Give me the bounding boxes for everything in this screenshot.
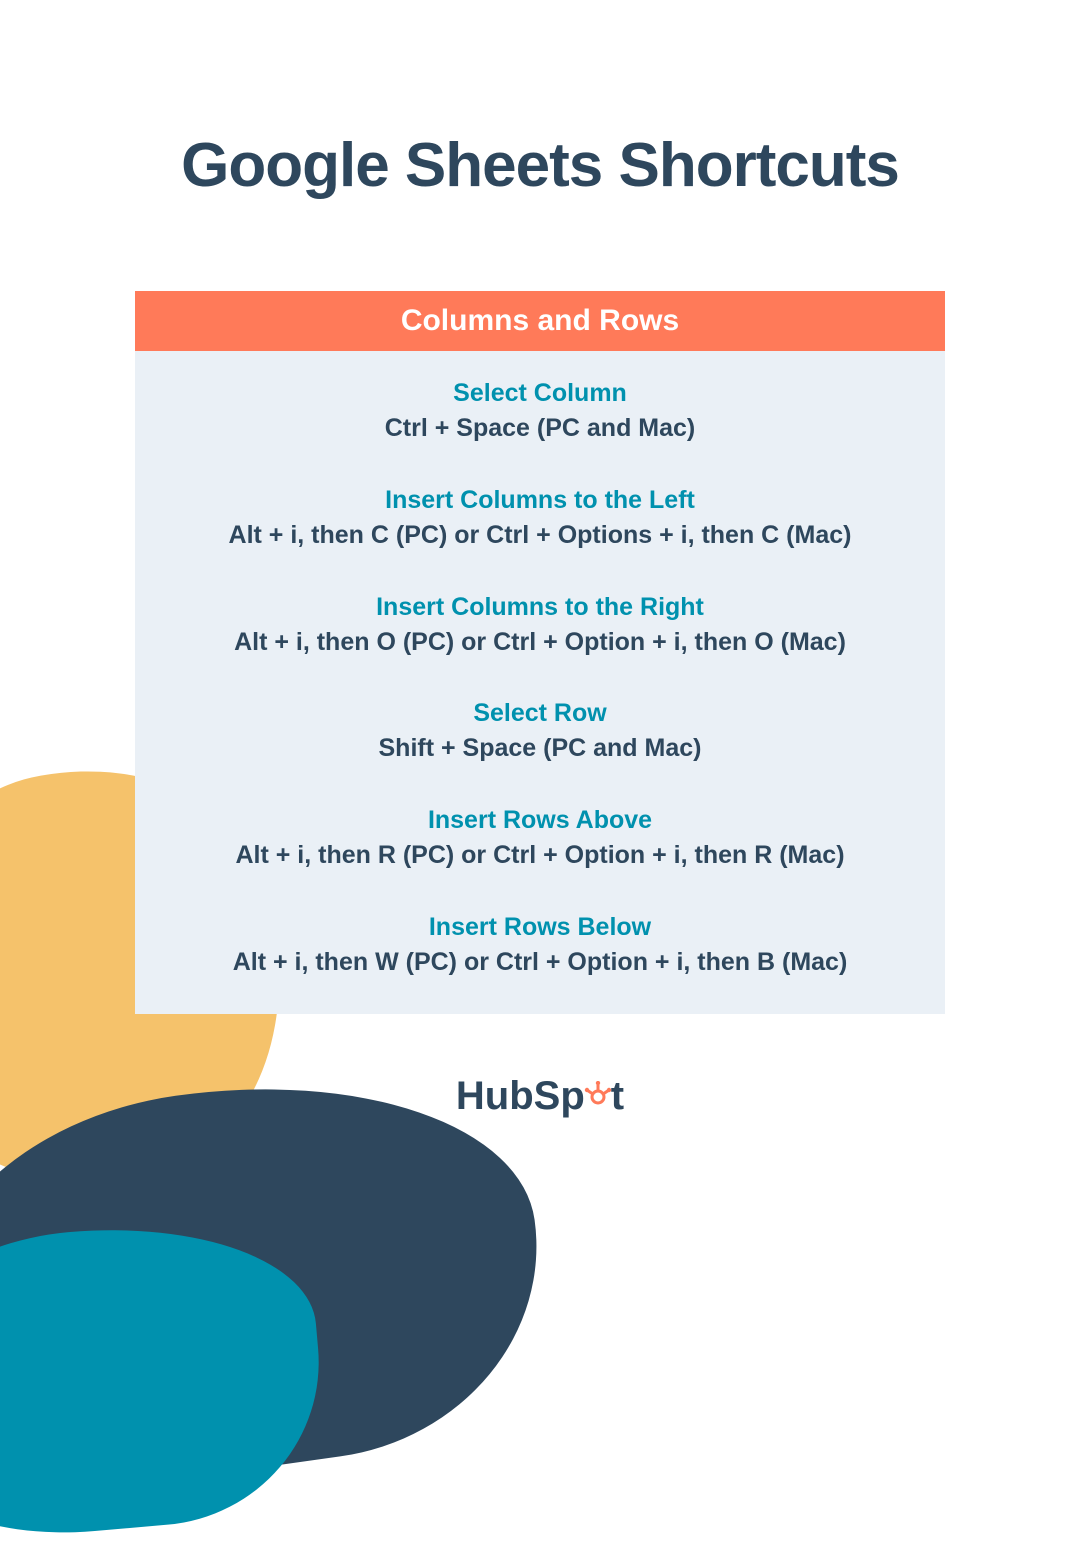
shortcut-keys: Alt + i, then O (PC) or Ctrl + Option + …	[165, 626, 915, 660]
shortcut-title: Insert Columns to the Right	[165, 593, 915, 622]
sprocket-icon	[583, 1076, 613, 1106]
shortcut-title: Insert Rows Below	[165, 913, 915, 942]
shortcuts-card: Columns and Rows Select Column Ctrl + Sp…	[135, 291, 945, 1014]
hubspot-logo: HubSp t	[0, 1074, 1080, 1119]
shortcut-keys: Shift + Space (PC and Mac)	[165, 732, 915, 766]
shortcut-item: Select Column Ctrl + Space (PC and Mac)	[165, 379, 915, 446]
shortcut-keys: Alt + i, then R (PC) or Ctrl + Option + …	[165, 839, 915, 873]
shortcut-item: Select Row Shift + Space (PC and Mac)	[165, 699, 915, 766]
shortcut-title: Insert Columns to the Left	[165, 486, 915, 515]
card-header: Columns and Rows	[135, 291, 945, 351]
page-title: Google Sheets Shortcuts	[135, 130, 945, 201]
logo-text-prefix: HubSp	[456, 1074, 585, 1118]
shortcut-keys: Alt + i, then W (PC) or Ctrl + Option + …	[165, 946, 915, 980]
shortcut-item: Insert Columns to the Left Alt + i, then…	[165, 486, 915, 553]
shortcut-keys: Alt + i, then C (PC) or Ctrl + Options +…	[165, 519, 915, 553]
shortcut-item: Insert Rows Above Alt + i, then R (PC) o…	[165, 806, 915, 873]
shortcut-item: Insert Columns to the Right Alt + i, the…	[165, 593, 915, 660]
shortcut-title: Select Row	[165, 699, 915, 728]
card-body: Select Column Ctrl + Space (PC and Mac) …	[135, 351, 945, 1014]
shortcut-title: Select Column	[165, 379, 915, 408]
shortcut-title: Insert Rows Above	[165, 806, 915, 835]
shortcut-item: Insert Rows Below Alt + i, then W (PC) o…	[165, 913, 915, 980]
shortcut-keys: Ctrl + Space (PC and Mac)	[165, 412, 915, 446]
